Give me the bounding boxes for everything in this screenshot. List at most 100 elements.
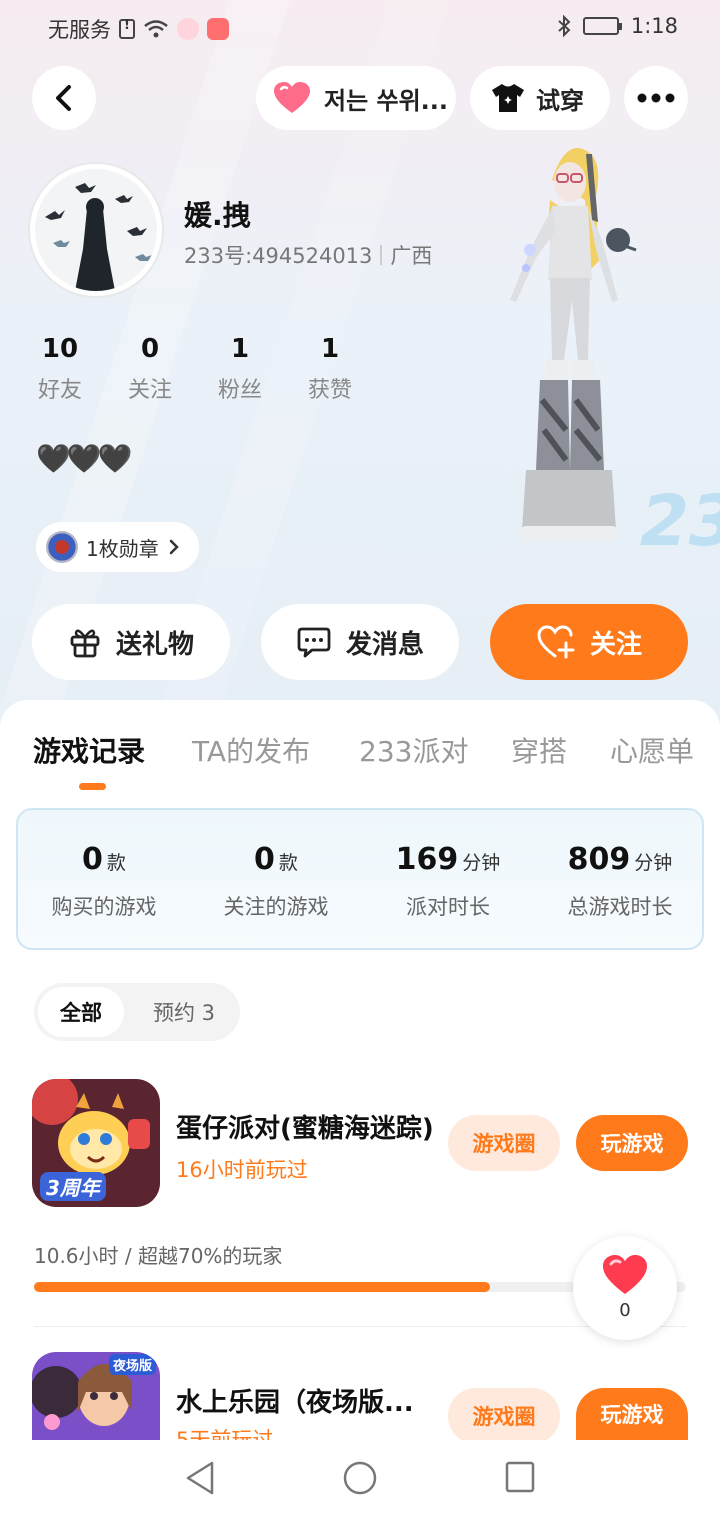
divider [380,245,383,265]
progress-fill [34,1282,491,1292]
summary-value: 0 [82,842,103,877]
heart-icon [274,82,310,113]
tab-indicator [79,783,106,790]
back-triangle-icon[interactable] [184,1460,216,1496]
chat-bubble-icon [297,627,331,658]
app-notification-icon [177,18,199,40]
home-circle-icon[interactable] [342,1460,378,1496]
battery-icon [582,17,622,35]
tab-wishlist[interactable]: 心愿单 [610,730,694,770]
follow-button[interactable]: 关注 [490,604,688,680]
game-filter: 全部 预约 3 [34,983,240,1041]
game-played-time: 5天前玩过 [176,1428,274,1440]
medal-icon [46,531,78,563]
tshirt-icon [492,84,524,112]
carrier-text: 无服务 [48,18,111,42]
like-count: 0 [619,1300,631,1321]
stat-value: 1 [320,334,340,364]
tryon-label: 试穿 [536,86,584,115]
game-title[interactable]: 蛋仔派对(蜜糖海迷踪) [176,1108,436,1145]
summary-value: 169 [395,842,459,877]
stat-value: 1 [230,334,250,364]
game-icon[interactable]: 3周年 [32,1079,160,1207]
summary-purchased: 0 款购买的游戏 [18,842,190,921]
bio-text: 🖤🖤🖤 [36,442,133,475]
stat-label: 粉丝 [217,378,262,403]
summary-label: 购买的游戏 [51,895,157,919]
user-id-row: 233号:494524013 广西 [184,240,432,270]
filter-all[interactable]: 全部 [38,987,124,1037]
send-message-label: 发消息 [345,629,424,660]
app-notification-icon [207,18,229,40]
chevron-right-icon [169,539,179,555]
more-dots-icon [637,93,675,103]
filter-reserve[interactable]: 预约 3 [134,987,234,1037]
play-game-button[interactable]: 玩游戏 [576,1115,688,1171]
stat-value: 10 [41,334,79,364]
summary-party-time: 169 分钟派对时长 [362,842,534,921]
send-message-button[interactable]: 发消息 [261,604,459,680]
tab-party[interactable]: 233派对 [359,730,468,770]
game-circle-button[interactable]: 游戏圈 [448,1115,560,1171]
profile-tabs: 游戏记录 TA的发布 233派对 穿搭 心愿单 [0,730,720,790]
stat-value: 0 [140,334,160,364]
summary-unit: 款 [278,852,298,874]
play-game-button[interactable]: 玩游戏 [576,1388,688,1440]
recents-square-icon[interactable] [504,1460,536,1494]
stat-label: 关注 [127,378,172,403]
tab-game-records[interactable]: 游戏记录 [33,730,145,770]
game-icon-badge: 夜场版 [108,1354,156,1375]
game-circle-button[interactable]: 游戏圈 [448,1388,560,1444]
follow-label: 关注 [589,629,642,660]
summary-unit: 款 [106,852,126,874]
tab-outfits[interactable]: 穿搭 [511,730,567,770]
heart-icon [603,1255,647,1294]
like-floating-button[interactable]: 0 [573,1236,677,1340]
summary-unit: 分钟 [462,852,501,874]
summary-label: 总游戏时长 [567,895,673,919]
summary-total-time: 809 分钟总游戏时长 [534,842,706,921]
game-progress-text: 10.6小时 / 超越70%的玩家 [34,1244,283,1268]
clock: 1:18 [630,14,678,38]
chevron-left-icon [56,85,71,111]
summary-unit: 分钟 [634,852,673,874]
summary-label: 派对时长 [406,895,490,919]
game-icon-badge: 3周年 [40,1172,106,1201]
divider [34,1326,686,1327]
tryon-button[interactable]: 试穿 [470,66,610,130]
stat-fans[interactable]: 1 粉丝 [195,334,285,404]
tab-posts[interactable]: TA的发布 [192,730,310,770]
game-icon[interactable]: 夜场版 [32,1352,160,1440]
stat-friends[interactable]: 10 好友 [15,334,105,404]
wifi-icon [144,20,168,38]
system-nav-bar [0,1440,720,1520]
send-gift-button[interactable]: 送礼物 [32,604,230,680]
wish-button[interactable]: 저는 쑤위... [256,66,456,130]
avatar[interactable] [30,164,162,296]
status-bar: 无服务 1:18 [0,0,720,56]
send-gift-label: 送礼物 [115,629,194,660]
user-id[interactable]: 233号:494524013 [184,240,372,270]
back-button[interactable] [32,66,96,130]
stat-following[interactable]: 0 关注 [105,334,195,404]
summary-value: 809 [567,842,631,877]
heart-plus-icon [537,625,575,659]
character-figure [510,148,637,540]
summary-label: 关注的游戏 [223,895,329,919]
badge-button[interactable]: 1枚勋章 [36,522,199,572]
summary-value: 0 [254,842,275,877]
more-button[interactable] [624,66,688,130]
game-played-time: 16小时前玩过 [176,1158,308,1182]
user-region: 广西 [390,244,433,268]
stat-likes[interactable]: 1 获赞 [285,334,375,404]
game-title[interactable]: 水上乐园（夜场版... [176,1382,426,1419]
gift-icon [70,629,100,658]
username: 媛.拽 [184,199,251,232]
wish-label: 저는 쑤위... [324,86,449,115]
avatar-3d-character[interactable] [490,140,670,560]
game-summary-card: 0 款购买的游戏 0 款关注的游戏 169 分钟 派对时长 809 分钟 总游戏时长 [16,808,704,950]
bluetooth-icon [558,15,571,37]
avatar-image [35,169,157,291]
stat-label: 获赞 [307,378,352,403]
summary-followed: 0 款关注的游戏 [190,842,362,921]
